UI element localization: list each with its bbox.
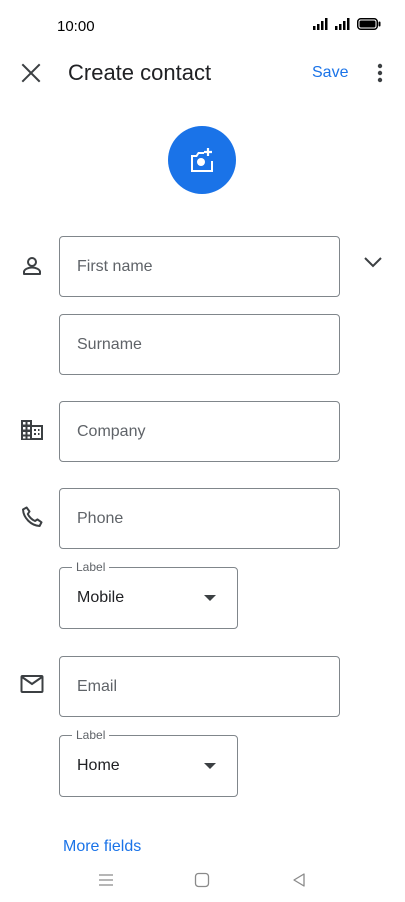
add-photo-button[interactable] bbox=[168, 126, 236, 194]
status-icons bbox=[313, 18, 381, 30]
first-name-input[interactable] bbox=[60, 237, 339, 296]
menu-icon bbox=[99, 874, 113, 886]
battery-icon bbox=[357, 18, 381, 30]
more-vert-icon bbox=[377, 63, 383, 83]
more-options-button[interactable] bbox=[366, 58, 394, 88]
close-button[interactable] bbox=[16, 58, 46, 88]
page-title: Create contact bbox=[68, 60, 212, 85]
phone-field[interactable] bbox=[59, 488, 340, 549]
status-time: 10:00 bbox=[57, 18, 95, 35]
chevron-down-icon bbox=[364, 257, 382, 268]
more-fields-button[interactable]: More fields bbox=[63, 838, 141, 856]
home-square-icon bbox=[194, 872, 210, 888]
system-nav-bar bbox=[0, 856, 405, 902]
expand-name-button[interactable] bbox=[358, 247, 388, 277]
nav-home-button[interactable] bbox=[190, 868, 214, 892]
add-photo-icon bbox=[191, 148, 213, 172]
phone-label-select[interactable]: Label Mobile bbox=[59, 560, 238, 629]
email-input[interactable] bbox=[60, 657, 339, 716]
phone-label-legend: Label bbox=[72, 560, 110, 574]
email-field[interactable] bbox=[59, 656, 340, 717]
save-button[interactable]: Save bbox=[306, 58, 354, 88]
nav-menu-button[interactable] bbox=[94, 868, 118, 892]
email-label-legend: Label bbox=[72, 728, 110, 742]
first-name-field[interactable] bbox=[59, 236, 340, 297]
dropdown-arrow-icon bbox=[204, 763, 216, 769]
close-icon bbox=[21, 63, 41, 83]
email-label-value: Home bbox=[77, 757, 120, 774]
dropdown-arrow-icon bbox=[204, 595, 216, 601]
phone-icon bbox=[18, 503, 46, 531]
company-input[interactable] bbox=[60, 402, 339, 461]
business-icon bbox=[18, 416, 46, 444]
email-label-select[interactable]: Label Home bbox=[59, 728, 238, 797]
company-field[interactable] bbox=[59, 401, 340, 462]
surname-field[interactable] bbox=[59, 314, 340, 375]
person-icon bbox=[18, 252, 46, 280]
back-triangle-icon bbox=[293, 873, 305, 887]
signal-icon bbox=[313, 18, 328, 30]
signal-icon bbox=[335, 18, 350, 30]
phone-label-value: Mobile bbox=[77, 589, 125, 606]
surname-input[interactable] bbox=[60, 315, 339, 374]
phone-input[interactable] bbox=[60, 489, 339, 548]
nav-back-button[interactable] bbox=[287, 868, 311, 892]
email-icon bbox=[18, 670, 46, 698]
